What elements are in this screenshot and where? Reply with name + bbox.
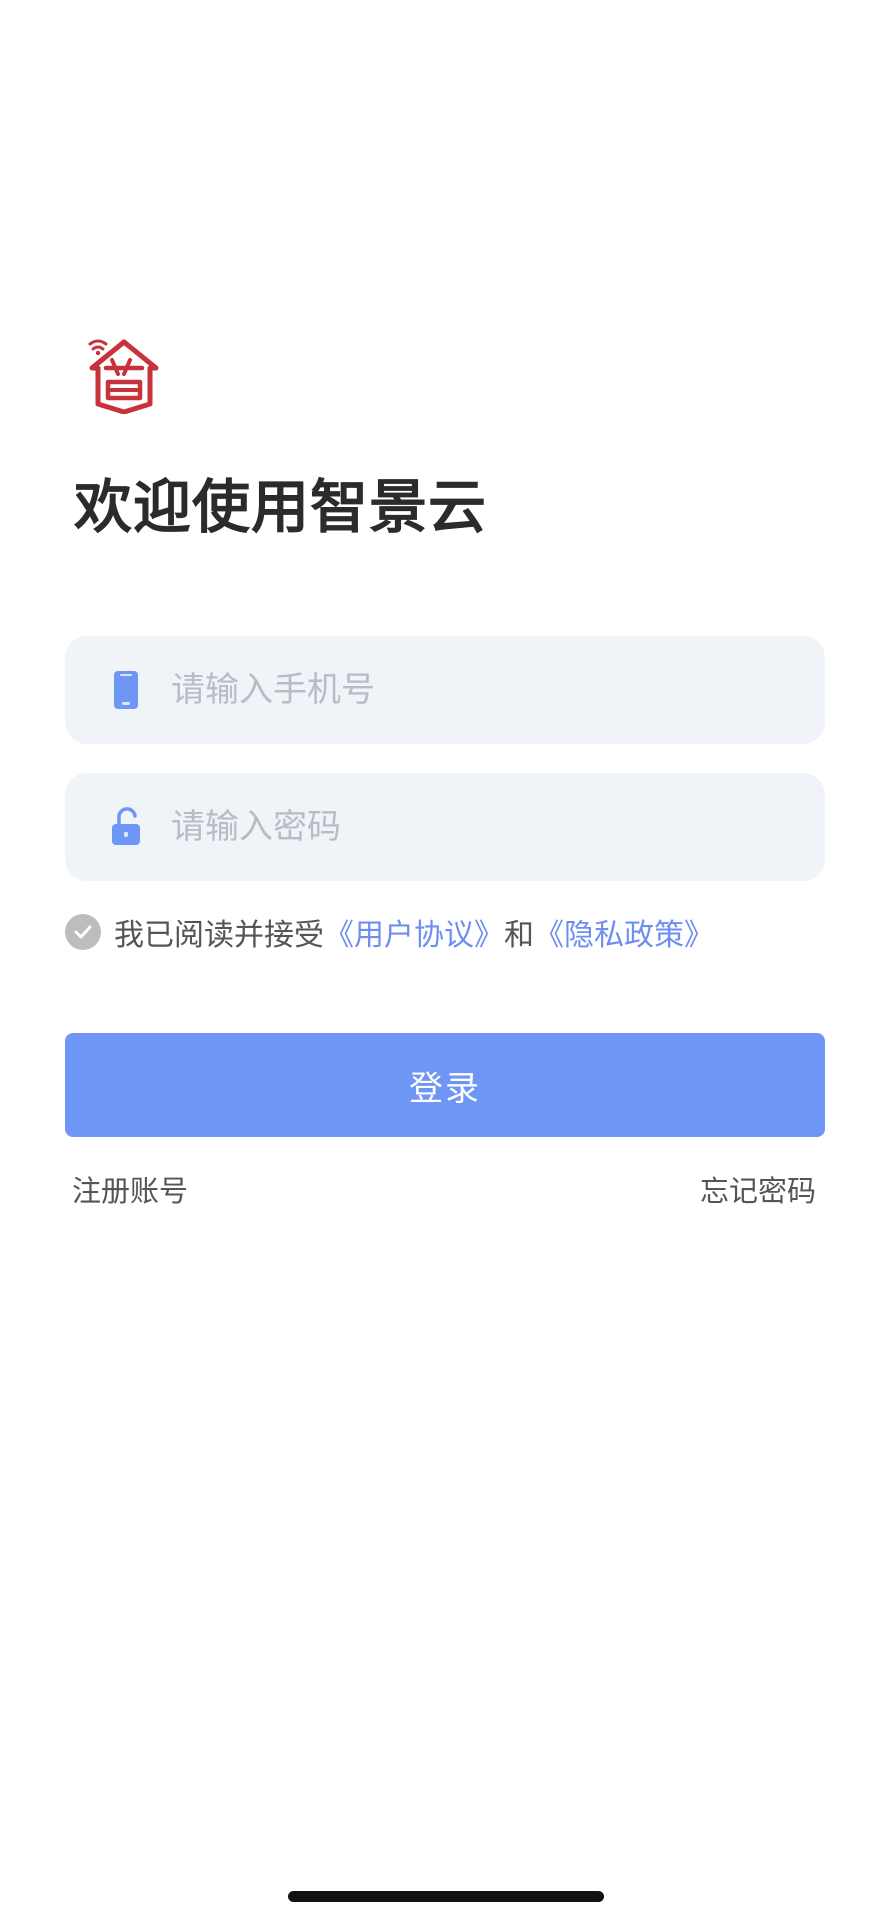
password-field[interactable]	[65, 773, 825, 881]
checkmark-icon	[74, 925, 92, 939]
forgot-password-link[interactable]: 忘记密码	[700, 1168, 816, 1210]
agreement-checkbox[interactable]	[65, 914, 101, 950]
unlock-icon	[107, 805, 145, 849]
register-link[interactable]: 注册账号	[72, 1168, 188, 1210]
password-input[interactable]	[171, 773, 791, 881]
agreement-connector: 和	[504, 918, 534, 953]
login-button[interactable]: 登录	[65, 1033, 825, 1137]
user-agreement-link[interactable]: 《用户协议》	[324, 910, 504, 954]
agreement-row: 我已阅读并接受 《用户协议》 和 《隐私政策》	[65, 910, 714, 954]
phone-input[interactable]	[171, 636, 791, 744]
phone-field[interactable]	[65, 636, 825, 744]
page-title: 欢迎使用智景云	[74, 473, 488, 541]
privacy-policy-link[interactable]: 《隐私政策》	[534, 910, 714, 954]
phone-icon	[107, 668, 145, 712]
home-indicator[interactable]	[288, 1891, 604, 1902]
login-screen: 欢迎使用智景云 我已阅读并接受 《用户协	[0, 0, 890, 1920]
app-logo-icon	[88, 338, 160, 415]
agreement-prefix: 我已阅读并接受	[114, 918, 324, 953]
